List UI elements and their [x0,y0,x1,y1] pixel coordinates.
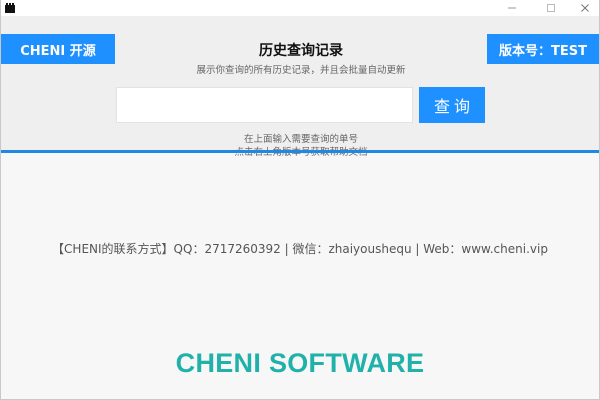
search-button[interactable]: 查询 [419,87,485,123]
version-button[interactable]: 版本号：TEST [487,34,599,64]
header-panel: CHENI 开源 版本号：TEST 历史查询记录 展示你查询的所有历史记录，并且… [1,16,599,158]
minimize-icon [508,7,516,9]
title-bar [1,0,599,16]
header-divider [1,150,599,153]
close-icon [581,4,589,12]
hint-enter-number: 在上面输入需要查询的单号 [243,134,358,145]
page-subtitle: 展示你查询的所有历史记录，并且会批量自动更新 [196,65,406,76]
maximize-icon [547,4,555,12]
brand-badge: CHENI 开源 [1,34,115,64]
app-icon [5,3,15,13]
page-title: 历史查询记录 [259,43,343,59]
minimize-button[interactable] [498,0,526,16]
maximize-button[interactable] [537,0,565,16]
contact-info: 【CHENI的联系方式】QQ：2717260392 | 微信：zhaiyoush… [52,242,548,256]
app-window: CHENI 开源 版本号：TEST 历史查询记录 展示你查询的所有历史记录，并且… [0,0,600,400]
search-input[interactable] [116,87,413,123]
close-button[interactable] [571,0,599,16]
footer-brand: CHENI SOFTWARE [175,348,425,378]
